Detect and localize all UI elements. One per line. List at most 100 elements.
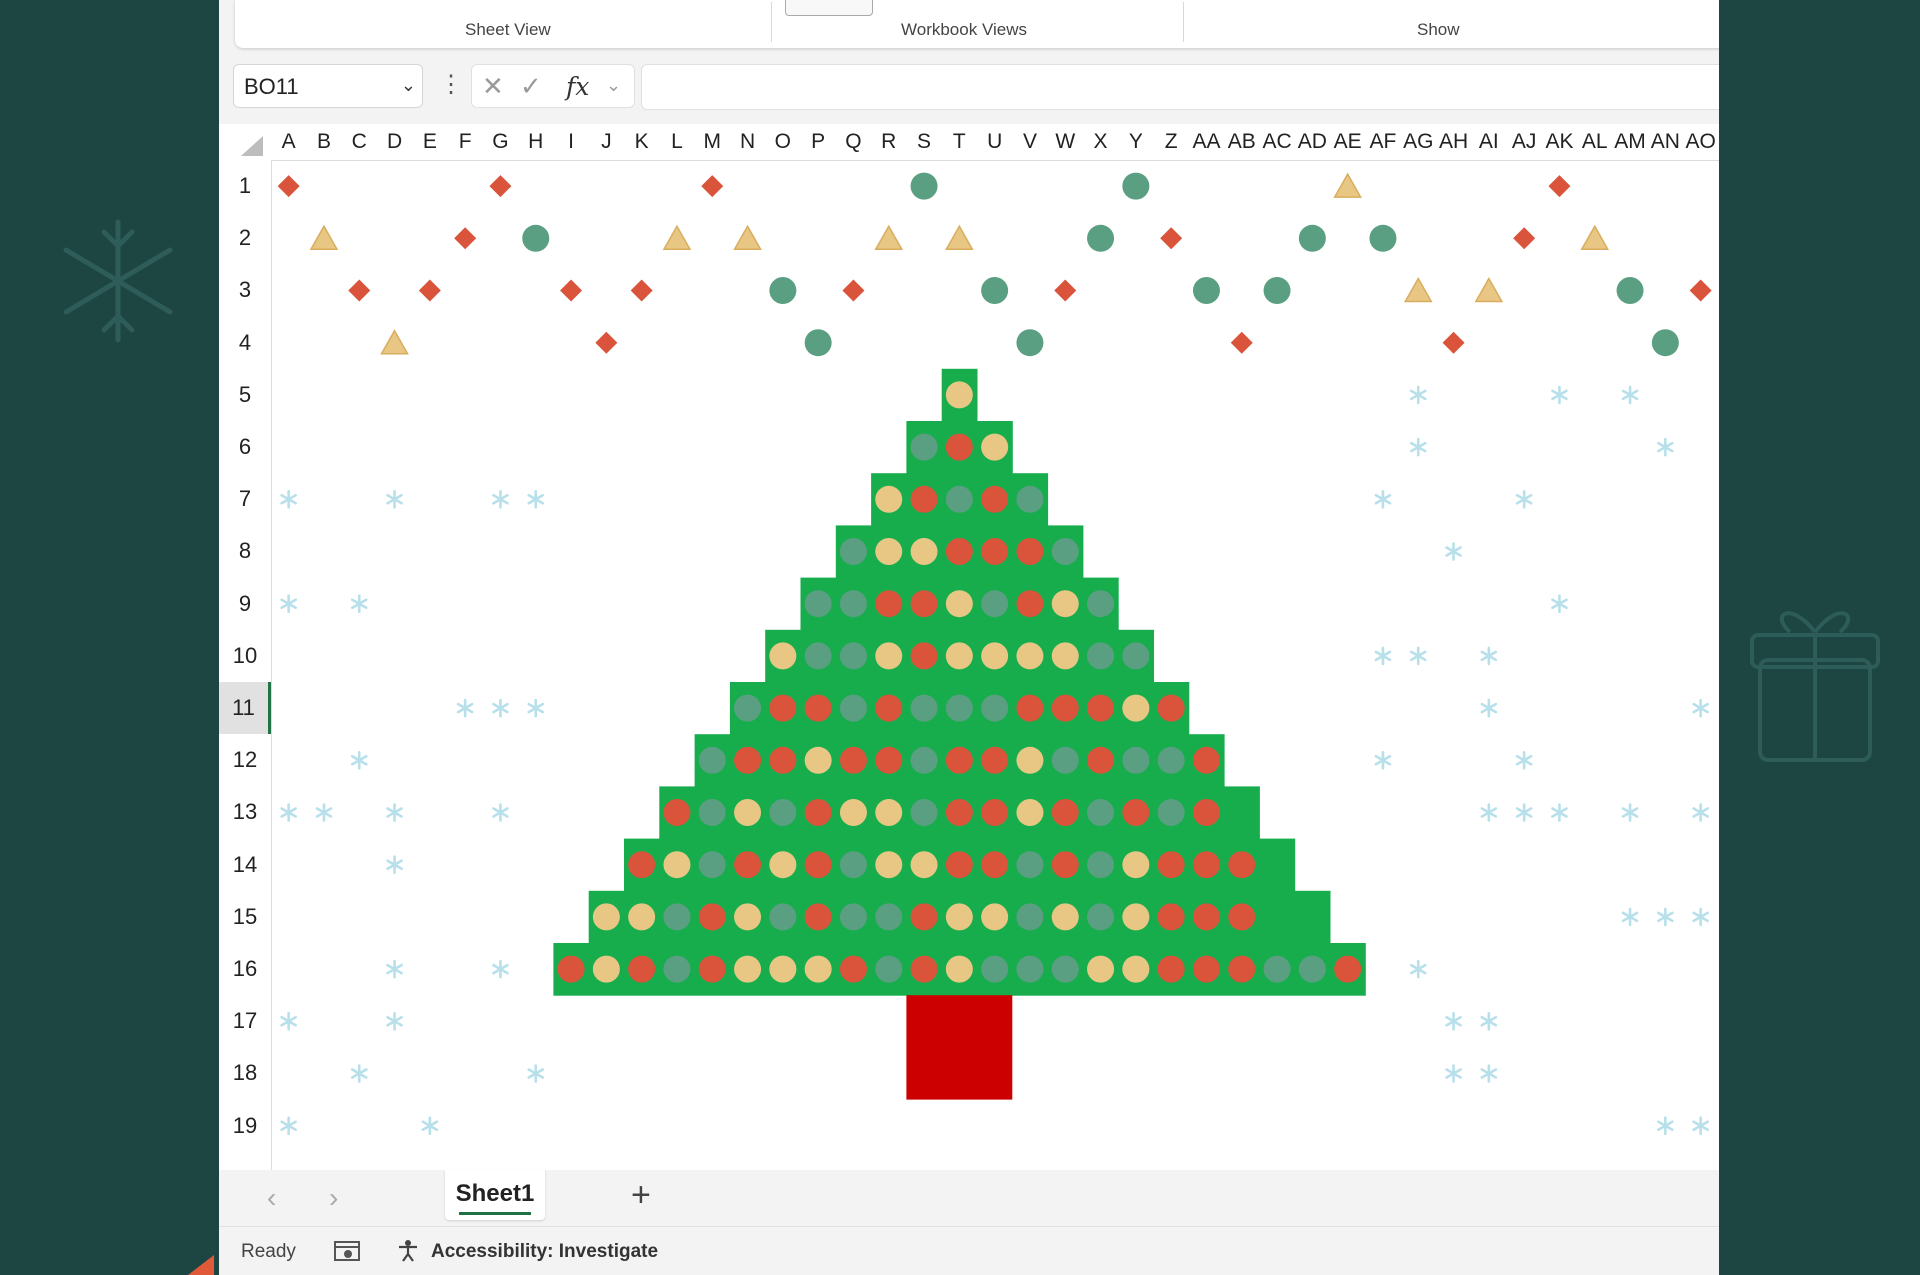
row-header-16[interactable]: 16 [219,943,271,995]
yellow-circle-ornament [592,955,620,983]
column-header-f[interactable]: F [448,124,483,160]
column-header-s[interactable]: S [906,124,941,160]
teal-circle-ornament [875,955,903,983]
chevron-left-icon[interactable]: ‹ [267,1182,276,1214]
column-header-h[interactable]: H [518,124,553,160]
ribbon-button[interactable] [785,0,873,16]
column-header-n[interactable]: N [730,124,765,160]
accessibility-icon[interactable] [396,1239,420,1263]
column-header-l[interactable]: L [659,124,694,160]
row-header-1[interactable]: 1 [219,160,271,212]
row-header-17[interactable]: 17 [219,995,271,1047]
teal-circle-ornament [663,955,691,983]
status-accessibility[interactable]: Accessibility: Investigate [431,1241,658,1263]
row-header-3[interactable]: 3 [219,264,271,316]
column-header-p[interactable]: P [801,124,836,160]
column-header-m[interactable]: M [695,124,730,160]
column-header-a[interactable]: A [271,124,306,160]
row-header-14[interactable]: 14 [219,839,271,891]
row-header-5[interactable]: 5 [219,369,271,421]
snowflake-icon [315,803,333,822]
column-header-ae[interactable]: AE [1330,124,1365,160]
red-diamond-ornament [1230,331,1253,354]
column-header-ai[interactable]: AI [1471,124,1506,160]
column-header-ac[interactable]: AC [1259,124,1294,160]
column-header-x[interactable]: X [1083,124,1118,160]
yellow-triangle-ornament [733,224,762,251]
add-sheet-button[interactable]: + [631,1176,651,1215]
column-header-g[interactable]: G [483,124,518,160]
red-circle-ornament [945,433,973,461]
row-header-11[interactable]: 11 [219,682,271,735]
row-header-13[interactable]: 13 [219,786,271,838]
column-header-u[interactable]: U [977,124,1012,160]
column-header-al[interactable]: AL [1577,124,1612,160]
row-header-2[interactable]: 2 [219,212,271,264]
column-header-y[interactable]: Y [1118,124,1153,160]
column-header-t[interactable]: T [942,124,977,160]
name-box[interactable]: BO11 ⌄ [233,64,423,108]
snowflake-icon [1551,594,1568,614]
chevron-down-icon[interactable]: ⌄ [401,75,416,96]
column-header-w[interactable]: W [1048,124,1083,160]
column-header-q[interactable]: Q [836,124,871,160]
sheet-tab-sheet1[interactable]: Sheet1 [445,1170,545,1220]
cancel-icon[interactable]: ✕ [482,71,504,102]
column-header-aj[interactable]: AJ [1507,124,1542,160]
row-header-4[interactable]: 4 [219,317,271,369]
yellow-circle-ornament [910,851,938,879]
select-all-corner[interactable] [241,136,263,156]
column-header-d[interactable]: D [377,124,412,160]
column-header-af[interactable]: AF [1365,124,1400,160]
macro-recording-icon[interactable] [334,1240,360,1262]
teal-circle-ornament [698,746,726,774]
chevron-right-icon[interactable]: › [329,1182,338,1214]
column-header-z[interactable]: Z [1154,124,1189,160]
column-header-aa[interactable]: AA [1189,124,1224,160]
column-header-i[interactable]: I [553,124,588,160]
column-header-an[interactable]: AN [1648,124,1683,160]
row-header-9[interactable]: 9 [219,578,271,630]
insert-function-button[interactable]: fx [566,72,589,101]
teal-circle-ornament [769,903,797,931]
row-header-15[interactable]: 15 [219,891,271,943]
column-header-ab[interactable]: AB [1224,124,1259,160]
column-header-j[interactable]: J [589,124,624,160]
spreadsheet-grid[interactable]: A B C D E F G H I J K L M N O P Q R S T U V W X Y Z AA AB AC AD AE AF AG… [219,124,1719,1170]
red-circle-ornament [910,485,938,513]
enter-icon[interactable]: ✓ [520,71,542,102]
chevron-down-icon[interactable]: ⌄ [606,75,621,96]
row-header-8[interactable]: 8 [219,525,271,577]
red-circle-ornament [698,903,726,931]
column-header-v[interactable]: V [1012,124,1047,160]
column-header-ah[interactable]: AH [1436,124,1471,160]
column-header-r[interactable]: R [871,124,906,160]
column-header-am[interactable]: AM [1612,124,1647,160]
column-header-e[interactable]: E [412,124,447,160]
formula-tools: ✕ ✓ fx ⌄ [471,64,635,108]
row-header-7[interactable]: 7 [219,473,271,525]
column-header-ag[interactable]: AG [1401,124,1436,160]
red-diamond-ornament [1054,279,1077,302]
red-circle-ornament [875,694,903,722]
column-header-ad[interactable]: AD [1295,124,1330,160]
row-header-12[interactable]: 12 [219,734,271,786]
column-header-o[interactable]: O [765,124,800,160]
column-header-b[interactable]: B [306,124,341,160]
row-header-10[interactable]: 10 [219,630,271,682]
yellow-circle-ornament [1051,590,1079,618]
formula-input[interactable] [641,64,1719,110]
row-header-19[interactable]: 19 [219,1100,271,1152]
column-header-k[interactable]: K [624,124,659,160]
yellow-circle-ornament [981,903,1009,931]
yellow-circle-ornament [910,538,938,565]
column-header-c[interactable]: C [342,124,377,160]
yellow-circle-ornament [1122,955,1150,983]
column-header-ak[interactable]: AK [1542,124,1577,160]
column-header-ao[interactable]: AO [1683,124,1718,160]
row-header-18[interactable]: 18 [219,1047,271,1099]
teal-circle-ornament [1369,224,1397,252]
row-header-6[interactable]: 6 [219,421,271,473]
snowflake-icon [350,750,368,770]
more-options-icon[interactable]: ⋮ [439,70,463,99]
